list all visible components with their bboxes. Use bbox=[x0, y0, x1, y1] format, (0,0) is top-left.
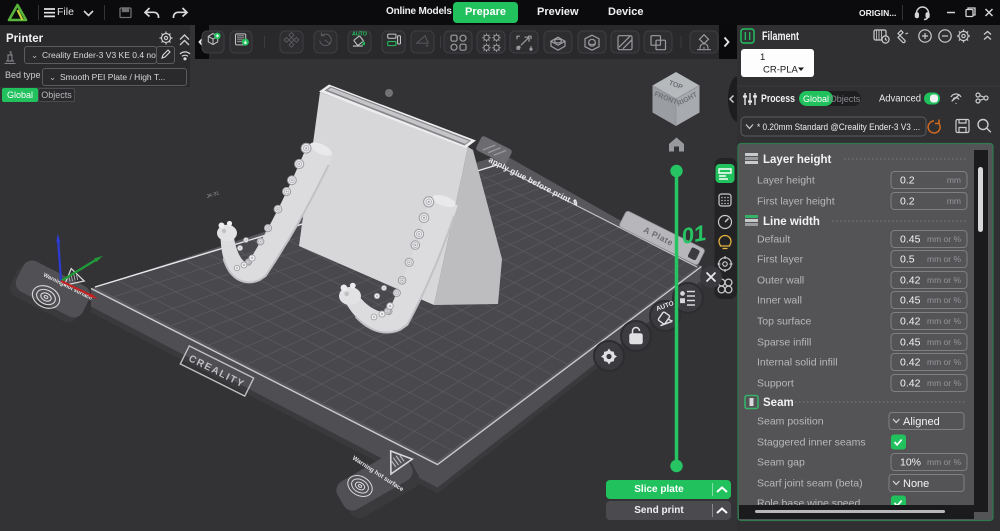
svg-text:Layer height: Layer height bbox=[763, 154, 832, 166]
svg-text:mm or %: mm or % bbox=[927, 254, 961, 264]
svg-text:Seam gap: Seam gap bbox=[757, 457, 805, 469]
svg-text:Sparse infill: Sparse infill bbox=[757, 337, 811, 349]
svg-text:0.5: 0.5 bbox=[900, 254, 915, 266]
svg-text:1: 1 bbox=[760, 52, 765, 63]
svg-text:Global: Global bbox=[803, 94, 829, 104]
svg-text:mm or %: mm or % bbox=[927, 357, 961, 367]
svg-text:mm: mm bbox=[947, 196, 961, 206]
svg-text:0.45: 0.45 bbox=[900, 234, 921, 246]
svg-text:Internal solid infill: Internal solid infill bbox=[757, 357, 838, 369]
svg-text:Layer height: Layer height bbox=[757, 175, 815, 187]
svg-text:0.2: 0.2 bbox=[900, 196, 915, 208]
svg-text:Seam: Seam bbox=[763, 397, 794, 409]
svg-text:Staggered inner seams: Staggered inner seams bbox=[757, 437, 866, 449]
svg-text:mm or %: mm or % bbox=[927, 234, 961, 244]
svg-text:Line width: Line width bbox=[763, 216, 820, 228]
svg-text:mm or %: mm or % bbox=[927, 378, 961, 388]
svg-text:Top surface: Top surface bbox=[757, 316, 811, 328]
svg-text:0.42: 0.42 bbox=[900, 275, 921, 287]
svg-text:0.2: 0.2 bbox=[900, 175, 915, 187]
svg-text:mm or %: mm or % bbox=[927, 457, 961, 467]
svg-text:Scarf joint seam (beta): Scarf joint seam (beta) bbox=[757, 478, 863, 490]
svg-text:Advanced: Advanced bbox=[879, 94, 921, 105]
svg-text:mm: mm bbox=[947, 175, 961, 185]
svg-text:mm or %: mm or % bbox=[927, 295, 961, 305]
svg-text:Objects: Objects bbox=[830, 94, 861, 104]
svg-text:CR-PLA: CR-PLA bbox=[763, 65, 799, 76]
svg-text:0.42: 0.42 bbox=[900, 316, 921, 328]
svg-text:Printer: Printer bbox=[6, 33, 44, 45]
svg-text:Default: Default bbox=[757, 234, 790, 246]
svg-text:Outer wall: Outer wall bbox=[757, 275, 804, 287]
svg-text:mm or %: mm or % bbox=[927, 337, 961, 347]
svg-text:Filament: Filament bbox=[762, 31, 799, 43]
svg-text:Inner wall: Inner wall bbox=[757, 295, 802, 307]
svg-text:0.45: 0.45 bbox=[900, 295, 921, 307]
svg-text:First layer: First layer bbox=[757, 254, 804, 266]
svg-text:Seam position: Seam position bbox=[757, 416, 824, 428]
svg-text:0.42: 0.42 bbox=[900, 378, 921, 390]
svg-text:First layer height: First layer height bbox=[757, 196, 835, 208]
svg-text:0.42: 0.42 bbox=[900, 357, 921, 369]
svg-text:mm or %: mm or % bbox=[927, 316, 961, 326]
svg-text:Aligned: Aligned bbox=[903, 416, 940, 428]
svg-text:01: 01 bbox=[680, 220, 708, 249]
svg-text:Support: Support bbox=[757, 378, 794, 390]
svg-text:None: None bbox=[903, 478, 929, 490]
svg-text:mm or %: mm or % bbox=[927, 275, 961, 285]
svg-text:* 0.20mm Standard @Creality En: * 0.20mm Standard @Creality Ender-3 V3 .… bbox=[757, 122, 920, 133]
svg-text:Process: Process bbox=[761, 93, 795, 105]
svg-text:10%: 10% bbox=[900, 457, 921, 469]
svg-text:0.45: 0.45 bbox=[900, 337, 921, 349]
